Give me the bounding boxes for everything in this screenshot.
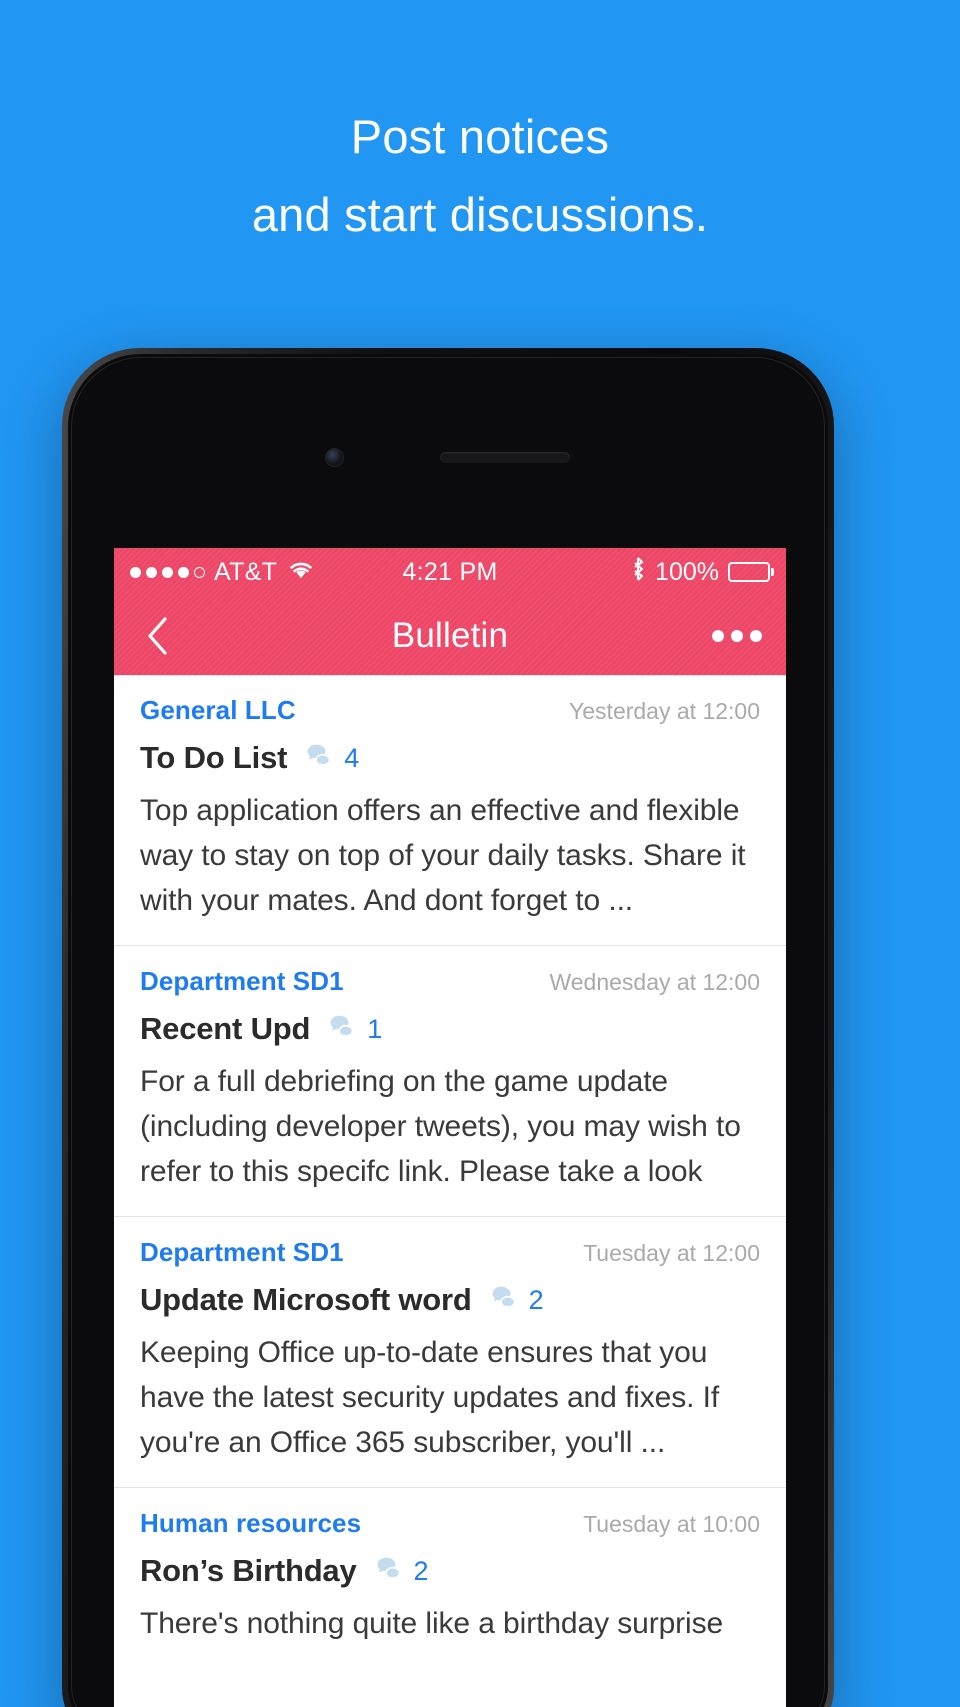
chevron-left-icon [148, 616, 167, 655]
post-header: Department SD1 Tuesday at 12:00 [140, 1237, 760, 1268]
post-timestamp: Yesterday at 12:00 [569, 698, 760, 724]
status-bar-right: 100% [630, 556, 770, 589]
comment-indicator[interactable]: 4 [301, 743, 359, 774]
post-title: Update Microsoft word [140, 1282, 472, 1317]
post-body: Top application offers an effective and … [140, 794, 746, 917]
list-item[interactable]: Human resources Tuesday at 10:00 Ron’s B… [114, 1488, 786, 1668]
post-header: General LLC Yesterday at 12:00 [140, 695, 760, 726]
phone-screen: AT&T 4:21 PM 100% Bulletin General LLC Y… [114, 548, 786, 1707]
post-title: Ron’s Birthday [140, 1553, 357, 1588]
ellipsis-dot [731, 629, 743, 642]
post-body: There's nothing quite like a birthday su… [140, 1607, 724, 1640]
phone-body: AT&T 4:21 PM 100% Bulletin General LLC Y… [68, 354, 828, 1707]
comment-bubbles-icon [307, 744, 331, 768]
navigation-bar: Bulletin [114, 596, 786, 675]
comment-count: 1 [367, 1013, 383, 1044]
more-options-button[interactable] [712, 629, 762, 642]
post-header: Human resources Tuesday at 10:00 [140, 1508, 760, 1539]
promo-headline-line-1: Post notices [350, 110, 610, 163]
signal-strength-icon [130, 566, 205, 578]
post-timestamp: Tuesday at 10:00 [583, 1511, 760, 1537]
post-group-link[interactable]: Department SD1 [140, 1237, 344, 1268]
post-body: For a full debriefing on the game update… [140, 1065, 741, 1188]
battery-percent-label: 100% [655, 557, 719, 586]
carrier-label: AT&T [214, 557, 278, 586]
status-bar-left: AT&T [130, 558, 314, 587]
post-title-row: To Do List 4 [140, 740, 760, 776]
comment-count: 2 [528, 1284, 544, 1315]
bulletin-feed[interactable]: General LLC Yesterday at 12:00 To Do Lis… [114, 675, 786, 1707]
comment-indicator[interactable]: 2 [371, 1556, 429, 1587]
post-timestamp: Tuesday at 12:00 [583, 1240, 760, 1266]
promo-headline-line-2: and start discussions. [251, 188, 709, 241]
front-camera [326, 449, 343, 466]
ellipsis-dot [712, 629, 724, 642]
list-item[interactable]: Department SD1 Wednesday at 12:00 Recent… [114, 946, 786, 1217]
comment-count: 4 [344, 742, 360, 773]
post-title-row: Update Microsoft word 2 [140, 1282, 760, 1318]
post-title: Recent Upd [140, 1011, 311, 1046]
page-title: Bulletin [391, 615, 509, 655]
earpiece-speaker [440, 452, 570, 463]
status-bar: AT&T 4:21 PM 100% [114, 548, 786, 596]
post-header: Department SD1 Wednesday at 12:00 [140, 966, 760, 997]
list-item[interactable]: Department SD1 Tuesday at 12:00 Update M… [114, 1217, 786, 1488]
back-button[interactable] [138, 616, 178, 656]
post-group-link[interactable]: Human resources [140, 1508, 361, 1539]
post-title-row: Ron’s Birthday 2 [140, 1553, 760, 1589]
comment-bubbles-icon [492, 1286, 516, 1310]
promo-headline: Post notices and start discussions. [0, 98, 960, 254]
comment-bubbles-icon [330, 1015, 354, 1039]
bluetooth-icon [630, 556, 646, 589]
post-group-link[interactable]: General LLC [140, 695, 296, 726]
list-item[interactable]: General LLC Yesterday at 12:00 To Do Lis… [114, 675, 786, 946]
comment-bubbles-icon [377, 1557, 400, 1581]
post-group-link[interactable]: Department SD1 [140, 966, 344, 997]
post-title-row: Recent Upd 1 [140, 1011, 760, 1047]
battery-icon [728, 562, 770, 582]
post-title: To Do List [140, 740, 288, 775]
wifi-icon [288, 558, 314, 587]
comment-indicator[interactable]: 2 [486, 1285, 544, 1316]
comment-count: 2 [413, 1555, 429, 1586]
post-timestamp: Wednesday at 12:00 [549, 969, 760, 995]
comment-indicator[interactable]: 1 [324, 1014, 382, 1045]
phone-device: AT&T 4:21 PM 100% Bulletin General LLC Y… [62, 348, 834, 1707]
ellipsis-dot [750, 629, 762, 642]
post-body: Keeping Office up-to-date ensures that y… [140, 1336, 720, 1459]
